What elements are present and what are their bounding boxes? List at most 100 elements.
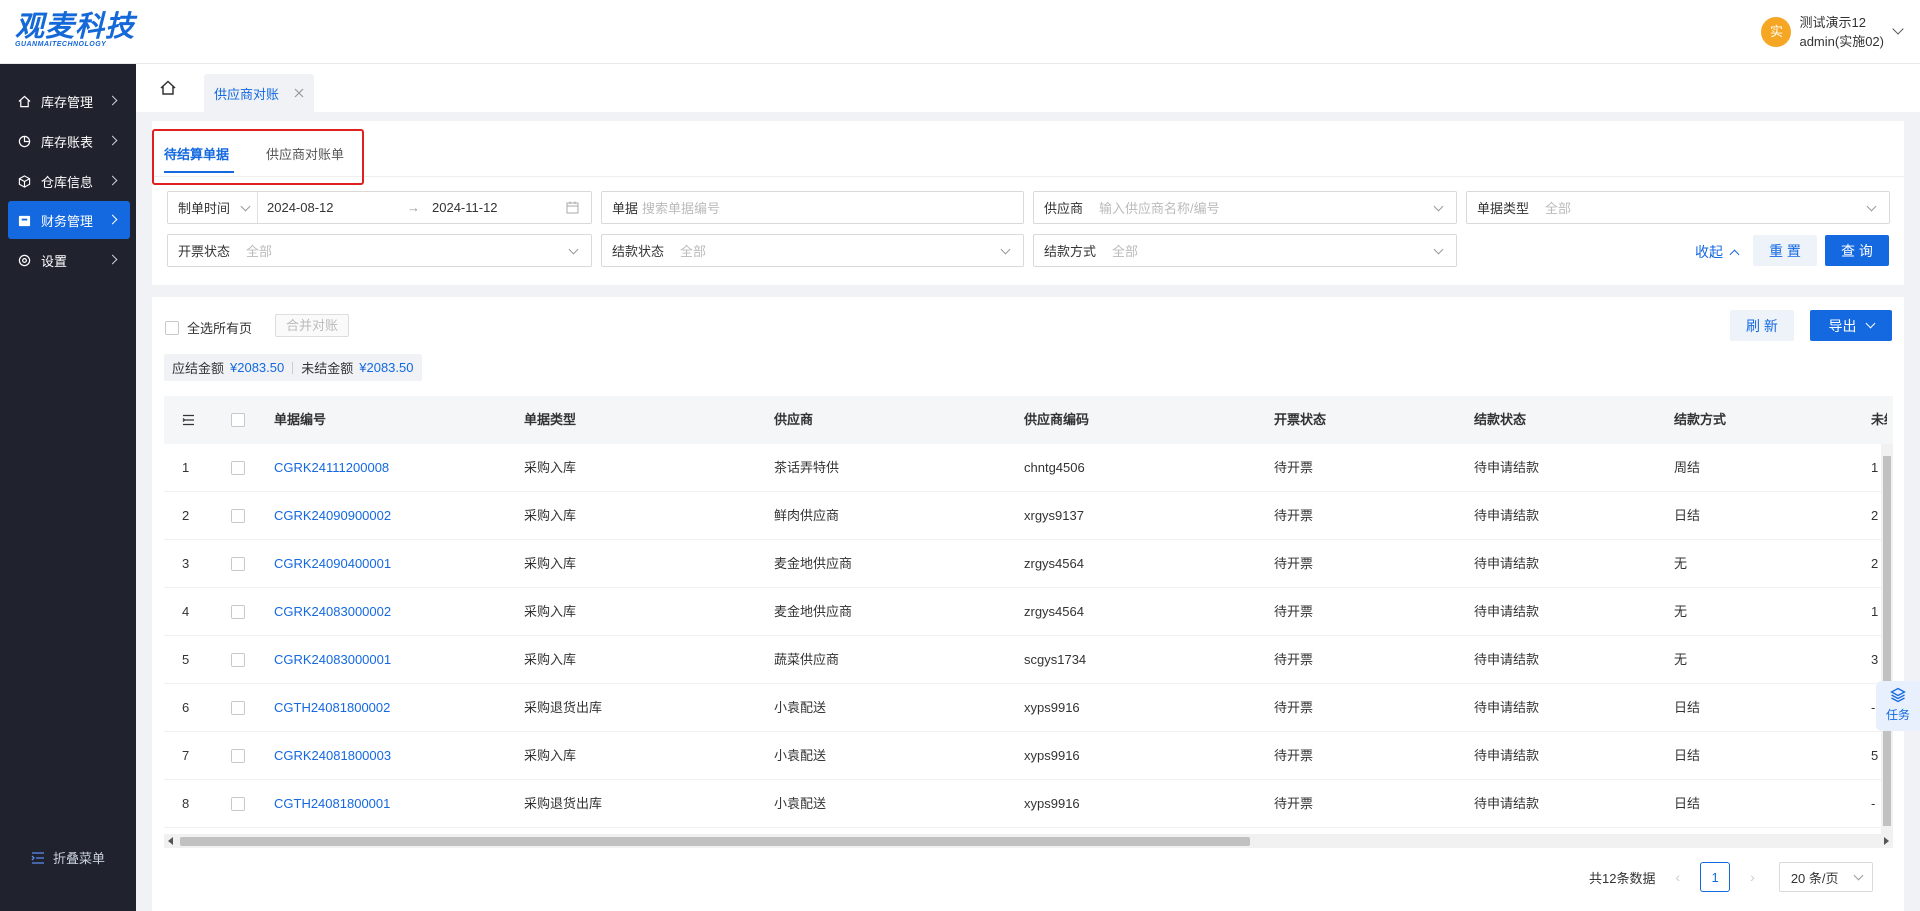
sidebar-item-label: 财务管理	[41, 213, 94, 229]
chevron-down-icon	[1865, 318, 1875, 329]
page-tabs-bar: 供应商对账	[136, 64, 1920, 112]
doc-type-select[interactable]: 单据类型 全部	[1466, 191, 1890, 224]
page-number[interactable]: 1	[1700, 862, 1731, 892]
task-float-button[interactable]: 任务	[1876, 681, 1920, 731]
col-header-supplier-code: 供应商编码	[1024, 412, 1090, 427]
merge-reconcile-button[interactable]: 合并对账	[275, 314, 349, 337]
supplier-label: 供应商	[1044, 201, 1084, 216]
supplier-name: 鲜肉供应商	[774, 508, 840, 523]
table-card: 全选所有页 合并对账 刷 新 导出 应结金额 ¥2083.50 未结金额 ¥20…	[152, 297, 1904, 911]
supplier-select[interactable]: 供应商 输入供应商名称/编号	[1033, 191, 1457, 224]
supplier-code: scgys1734	[1024, 652, 1087, 667]
doc-code-link[interactable]: CGRK24083000002	[274, 588, 391, 636]
doc-code-link[interactable]: CGRK24090900002	[274, 492, 391, 540]
supplier-name: 小袁配送	[774, 796, 827, 811]
settle-method: 日结	[1674, 508, 1701, 523]
sidebar-item-inventory[interactable]: 库存管理	[8, 82, 130, 120]
arrow-right-icon: →	[407, 200, 420, 215]
date-type-select[interactable]: 制单时间	[168, 192, 258, 223]
doc-label: 单据	[612, 201, 639, 216]
top-header: 观麦科技 GUANMAITECHNOLOGY 实 测试演示12 admin(实施…	[0, 0, 1920, 64]
sidebar-item-inventory-report[interactable]: 库存账表	[8, 122, 130, 160]
sidebar-item-finance[interactable]: 财务管理	[8, 201, 130, 239]
date-range-filter[interactable]: 制单时间 2024-08-12 → 2024-11-12	[167, 191, 592, 224]
prev-page-icon[interactable]: ‹	[1675, 869, 1680, 885]
sidebar-item-label: 设置	[41, 253, 68, 269]
doc-search-field[interactable]: 单据 搜索单据编号	[601, 191, 1024, 224]
row-checkbox[interactable]	[231, 797, 245, 814]
sidebar-item-warehouse[interactable]: 仓库信息	[8, 162, 130, 200]
table-body: 1 CGRK24111200008 采购入库 茶话弄特供 chntg4506 待开票 待申请…	[164, 444, 1893, 828]
query-button[interactable]: 查 询	[1825, 235, 1889, 266]
scroll-left-icon[interactable]	[168, 837, 173, 845]
doc-code-link[interactable]: CGRK24081800003	[274, 732, 391, 780]
invoice-status-label: 开票状态	[178, 244, 231, 259]
due-amount-value: ¥2083.50	[230, 360, 285, 375]
unsettled-amount-value: ¥2083.50	[359, 360, 414, 375]
supplier-code: xrgys9137	[1024, 508, 1084, 523]
settle-method-select[interactable]: 结款方式 全部	[1033, 234, 1457, 267]
settle-status: 待申请结款	[1474, 460, 1540, 475]
page-size-select[interactable]: 20 条/页	[1778, 862, 1873, 892]
date-start[interactable]: 2024-08-12	[267, 200, 407, 215]
settle-status-select[interactable]: 结款状态 全部	[601, 234, 1024, 267]
chevron-right-icon	[107, 135, 118, 146]
table-row: 4 CGRK24083000002 采购入库 麦金地供应商 zrgys4564 待开票 待申…	[164, 588, 1893, 636]
row-checkbox[interactable]	[231, 461, 245, 478]
date-end[interactable]: 2024-11-12	[432, 200, 498, 215]
vertical-scrollbar[interactable]	[1881, 444, 1893, 834]
doc-type: 采购入库	[524, 748, 577, 763]
doc-search-input[interactable]: 搜索单据编号	[642, 198, 720, 217]
chevron-right-icon	[107, 214, 118, 225]
sidebar: 库存管理 库存账表 仓库信息 财务管理 设置 折叠菜单	[0, 64, 136, 911]
row-checkbox[interactable]	[231, 701, 245, 718]
chevron-down-icon	[1853, 870, 1864, 881]
collapse-filters-button[interactable]: 收起	[1695, 242, 1740, 262]
scroll-right-icon[interactable]	[1884, 837, 1889, 845]
select-all-pages[interactable]: 全选所有页	[165, 318, 252, 337]
chevron-down-icon[interactable]	[1892, 23, 1904, 35]
next-page-icon[interactable]: ›	[1750, 869, 1755, 885]
settle-status: 待申请结款	[1474, 508, 1540, 523]
doc-code-link[interactable]: CGRK24111200008	[274, 444, 389, 492]
supplier-name: 麦金地供应商	[774, 604, 853, 619]
row-checkbox[interactable]	[231, 605, 245, 622]
chevron-down-icon	[568, 244, 579, 255]
header-checkbox[interactable]	[231, 413, 245, 430]
doc-type: 采购退货出库	[524, 700, 603, 715]
row-checkbox[interactable]	[231, 653, 245, 670]
doc-code-link[interactable]: CGTH24081800002	[274, 684, 390, 732]
collapse-menu-button[interactable]: 折叠菜单	[0, 848, 136, 867]
invoice-status: 待开票	[1274, 460, 1314, 475]
row-checkbox[interactable]	[231, 557, 245, 574]
settle-method: 周结	[1674, 460, 1701, 475]
doc-code-link[interactable]: CGRK24090400001	[274, 540, 391, 588]
row-checkbox[interactable]	[231, 749, 245, 766]
brand-name: 观麦科技	[15, 9, 136, 43]
total-count: 共12条数据	[1589, 870, 1656, 886]
doc-code-link[interactable]: CGTH24081800001	[274, 780, 390, 828]
invoice-status-select[interactable]: 开票状态 全部	[167, 234, 592, 267]
row-index: 7	[182, 748, 190, 763]
supplier-input[interactable]: 输入供应商名称/编号	[1099, 198, 1220, 217]
sidebar-item-settings[interactable]: 设置	[8, 241, 130, 279]
reset-button[interactable]: 重 置	[1753, 235, 1817, 266]
select-all-checkbox[interactable]	[165, 320, 179, 335]
user-menu[interactable]: 实 测试演示12 admin(实施02)	[1761, 13, 1904, 51]
table-row: 2 CGRK24090900002 采购入库 鲜肉供应商 xrgys9137 待开票 待申请…	[164, 492, 1893, 540]
export-button[interactable]: 导出	[1810, 310, 1892, 341]
home-icon	[18, 95, 31, 107]
unsettled-amount-label: 未结金额	[301, 361, 354, 376]
horizontal-scrollbar[interactable]	[164, 834, 1893, 848]
avatar: 实	[1761, 17, 1792, 47]
close-icon[interactable]	[293, 87, 305, 99]
refresh-button[interactable]: 刷 新	[1730, 310, 1794, 341]
home-tab-icon[interactable]	[156, 76, 180, 100]
tab-supplier-reconciliation[interactable]: 供应商对账	[204, 74, 314, 112]
doc-code-link[interactable]: CGRK24083000001	[274, 636, 391, 684]
row-checkbox[interactable]	[231, 509, 245, 526]
amount-summary: 应结金额 ¥2083.50 未结金额 ¥2083.50	[164, 354, 422, 381]
column-settings-icon[interactable]	[182, 414, 195, 426]
doc-type: 采购入库	[524, 652, 577, 667]
brand-logo[interactable]: 观麦科技 GUANMAITECHNOLOGY	[15, 10, 135, 49]
